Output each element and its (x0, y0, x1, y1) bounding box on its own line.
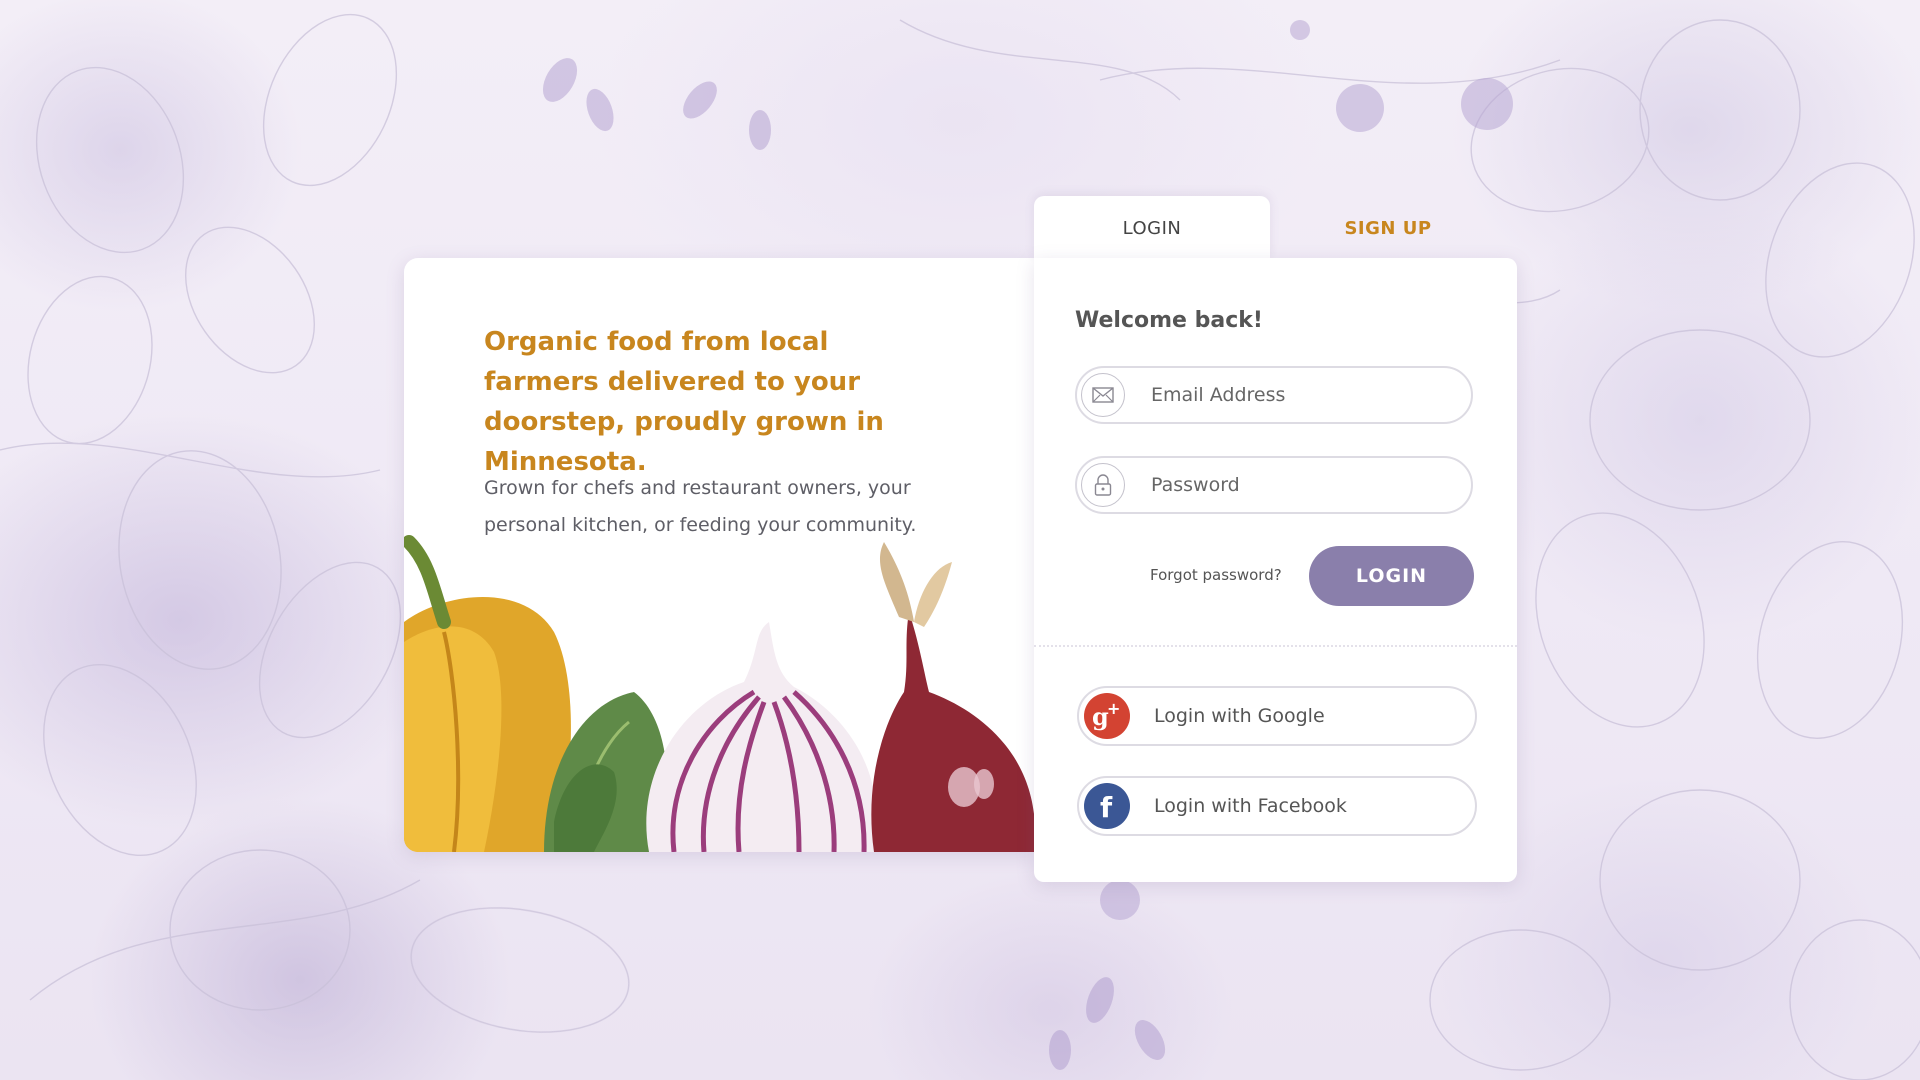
divider (1034, 645, 1517, 647)
password-input[interactable] (1149, 473, 1453, 497)
google-plus-icon: g + (1084, 693, 1130, 739)
tab-signup[interactable]: SIGN UP (1270, 196, 1506, 260)
vegetables-illustration (404, 535, 1034, 852)
forgot-password-link[interactable]: Forgot password? (1150, 566, 1282, 584)
email-input[interactable] (1149, 383, 1453, 407)
svg-text:+: + (1107, 699, 1120, 718)
envelope-icon (1081, 373, 1125, 417)
email-field[interactable] (1075, 366, 1473, 424)
tab-login[interactable]: LOGIN (1034, 196, 1270, 260)
promo-headline: Organic food from local farmers delivere… (484, 327, 884, 477)
login-with-google-button[interactable]: g + Login with Google (1077, 686, 1477, 746)
facebook-label: Login with Facebook (1154, 795, 1347, 817)
welcome-heading: Welcome back! (1075, 308, 1263, 333)
facebook-icon: f (1084, 783, 1130, 829)
svg-text:f: f (1100, 791, 1113, 824)
login-panel: Welcome back! Forgot password? LOGIN g (1034, 258, 1517, 882)
promo-card: Organic food from local farmers delivere… (404, 258, 1034, 852)
password-field[interactable] (1075, 456, 1473, 514)
google-label: Login with Google (1154, 705, 1325, 727)
lock-icon (1081, 463, 1125, 507)
login-button[interactable]: LOGIN (1309, 546, 1474, 606)
login-with-facebook-button[interactable]: f Login with Facebook (1077, 776, 1477, 836)
